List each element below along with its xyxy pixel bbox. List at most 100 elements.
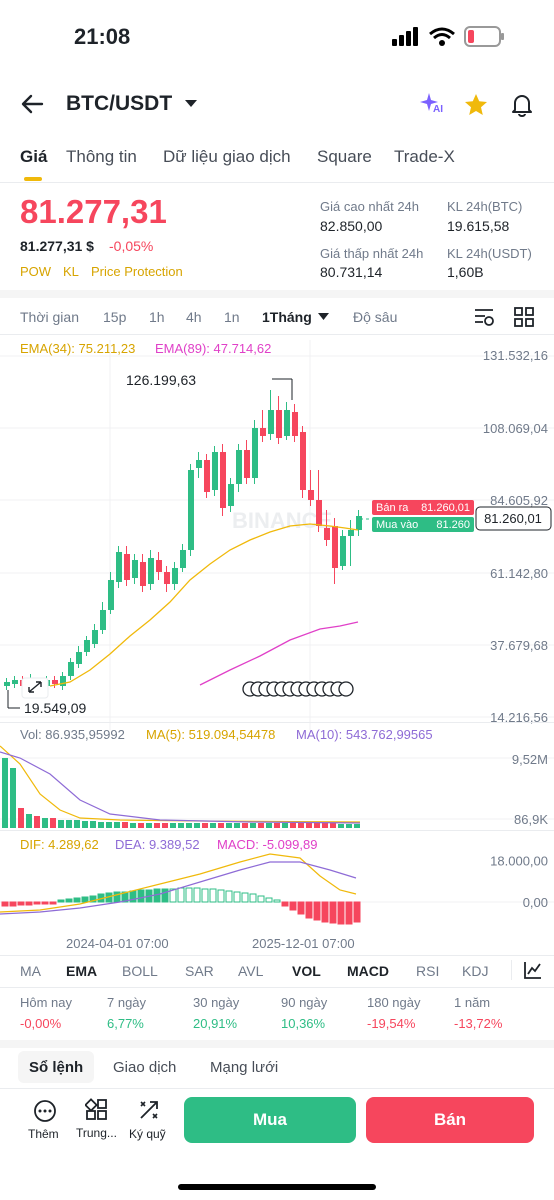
- buy-button[interactable]: Mua: [184, 1097, 356, 1143]
- macd-chart[interactable]: 18.000,00 0,00: [0, 850, 554, 932]
- event-markers[interactable]: [242, 681, 354, 697]
- candle-body: [52, 680, 58, 684]
- candlestick-chart[interactable]: BINANCE 131.532,16 108.069,04 84.605,92 …: [0, 340, 554, 730]
- ind-vol[interactable]: VOL: [292, 963, 321, 979]
- chart-high-label: 126.199,63: [126, 372, 196, 388]
- signal-icon: [392, 27, 418, 46]
- vol-btc-value: 19.615,58: [447, 218, 510, 234]
- macd-divider: [0, 830, 554, 831]
- tab-trades[interactable]: Giao dịch: [113, 1059, 176, 1076]
- more-icon[interactable]: [33, 1099, 57, 1123]
- high-24h-label: Giá cao nhất 24h: [320, 199, 420, 214]
- ema34-line: [49, 523, 359, 687]
- volume-bar: [114, 822, 120, 828]
- candle-body: [12, 680, 18, 684]
- ind-ma[interactable]: MA: [20, 963, 41, 979]
- macd-bar: [233, 891, 241, 903]
- tab-trade-x[interactable]: Trade-X: [394, 147, 455, 167]
- bid-value: 81.260: [436, 519, 470, 531]
- tf-caret-icon[interactable]: [318, 313, 329, 321]
- candle-body: [236, 450, 242, 484]
- macd-bar: [217, 889, 225, 903]
- margin-icon[interactable]: [137, 1098, 161, 1122]
- candle-body: [108, 580, 114, 610]
- tf-depth[interactable]: Độ sâu: [353, 309, 397, 325]
- volume-bar: [346, 824, 352, 828]
- tag-pow[interactable]: POW: [20, 264, 51, 279]
- indicator-settings-icon[interactable]: [473, 307, 495, 327]
- volume-bar: [354, 824, 360, 828]
- tf-15m[interactable]: 15p: [103, 309, 126, 325]
- ind-boll[interactable]: BOLL: [122, 963, 158, 979]
- tf-1d[interactable]: 1n: [224, 309, 240, 325]
- volume-chart[interactable]: 9,52M 86,9K: [0, 744, 554, 830]
- ind-ema[interactable]: EMA: [66, 963, 97, 979]
- tf-time-label[interactable]: Thời gian: [20, 309, 79, 325]
- macd-y-zero: 0,00: [523, 895, 548, 910]
- back-arrow-icon[interactable]: [20, 92, 44, 116]
- tab-orderbook[interactable]: Sổ lệnh: [29, 1059, 83, 1076]
- caret-down-icon[interactable]: [184, 99, 198, 109]
- usd-price: 81.277,31 $: [20, 238, 94, 254]
- volume-bar: [202, 823, 208, 828]
- ind-kdj[interactable]: KDJ: [462, 963, 488, 979]
- chart-settings-icon[interactable]: [523, 960, 543, 980]
- ind-sar[interactable]: SAR: [185, 963, 214, 979]
- ind-macd[interactable]: MACD: [347, 963, 389, 979]
- volume-bar: [306, 823, 312, 828]
- ind-avl[interactable]: AVL: [238, 963, 263, 979]
- macd-bar: [337, 901, 345, 925]
- volume-bar: [82, 821, 88, 828]
- tab-square[interactable]: Square: [317, 147, 372, 167]
- candle-body: [164, 572, 170, 584]
- tag-kl[interactable]: KL: [63, 264, 79, 279]
- volume-bar: [250, 823, 256, 828]
- macd-bar: [313, 901, 321, 921]
- volume-bar: [226, 823, 232, 828]
- candle-body: [356, 516, 362, 530]
- candle-body: [348, 530, 354, 536]
- volume-bar: [98, 822, 104, 828]
- trade-center-label[interactable]: Trung...: [76, 1126, 117, 1140]
- volume-bar: [338, 824, 344, 828]
- home-indicator: [178, 1184, 376, 1190]
- favorite-star-icon[interactable]: [463, 92, 489, 118]
- macd-bar: [305, 901, 313, 919]
- sell-button[interactable]: Bán: [366, 1097, 534, 1143]
- volume-bar: [154, 823, 160, 828]
- tf-1h[interactable]: 1h: [149, 309, 165, 325]
- pair-title[interactable]: BTC/USDT: [66, 92, 172, 116]
- bell-icon[interactable]: [509, 92, 535, 118]
- perf-value: 20,91%: [193, 1016, 238, 1031]
- vol-y-bottom: 86,9K: [514, 812, 548, 827]
- macd-bar: [161, 888, 169, 903]
- tab-price[interactable]: Giá: [20, 147, 47, 167]
- ind-rsi[interactable]: RSI: [416, 963, 439, 979]
- chart-low-label: 19.549,09: [24, 700, 86, 716]
- more-label[interactable]: Thêm: [28, 1127, 59, 1141]
- candle-body: [180, 550, 186, 568]
- tf-1month[interactable]: 1Tháng: [262, 309, 312, 325]
- macd-bar: [41, 901, 49, 905]
- volume-bar: [210, 823, 216, 828]
- margin-label[interactable]: Ký quỹ: [129, 1127, 166, 1141]
- tf-4h[interactable]: 4h: [186, 309, 202, 325]
- candle-body: [116, 552, 122, 582]
- tag-price-protection[interactable]: Price Protection: [91, 264, 183, 279]
- low-24h-value: 80.731,14: [320, 264, 383, 280]
- low-24h-label: Giá thấp nhất 24h: [320, 246, 424, 261]
- candle-body: [204, 460, 210, 492]
- volume-bar: [122, 822, 128, 828]
- tab-info[interactable]: Thông tin: [66, 147, 137, 167]
- layout-grid-icon[interactable]: [514, 307, 534, 327]
- y-tick-4: 61.142,80: [490, 566, 548, 581]
- tab-network[interactable]: Mạng lưới: [210, 1059, 278, 1076]
- macd-bar: [281, 901, 289, 907]
- trade-center-icon[interactable]: [85, 1098, 109, 1122]
- macd-bar: [33, 901, 41, 905]
- tabs-divider: [0, 182, 554, 183]
- perf-section-divider: [0, 1040, 554, 1048]
- tab-trading-data[interactable]: Dữ liệu giao dịch: [163, 147, 291, 167]
- ind-divider: [0, 987, 554, 988]
- volume-bar: [42, 818, 48, 828]
